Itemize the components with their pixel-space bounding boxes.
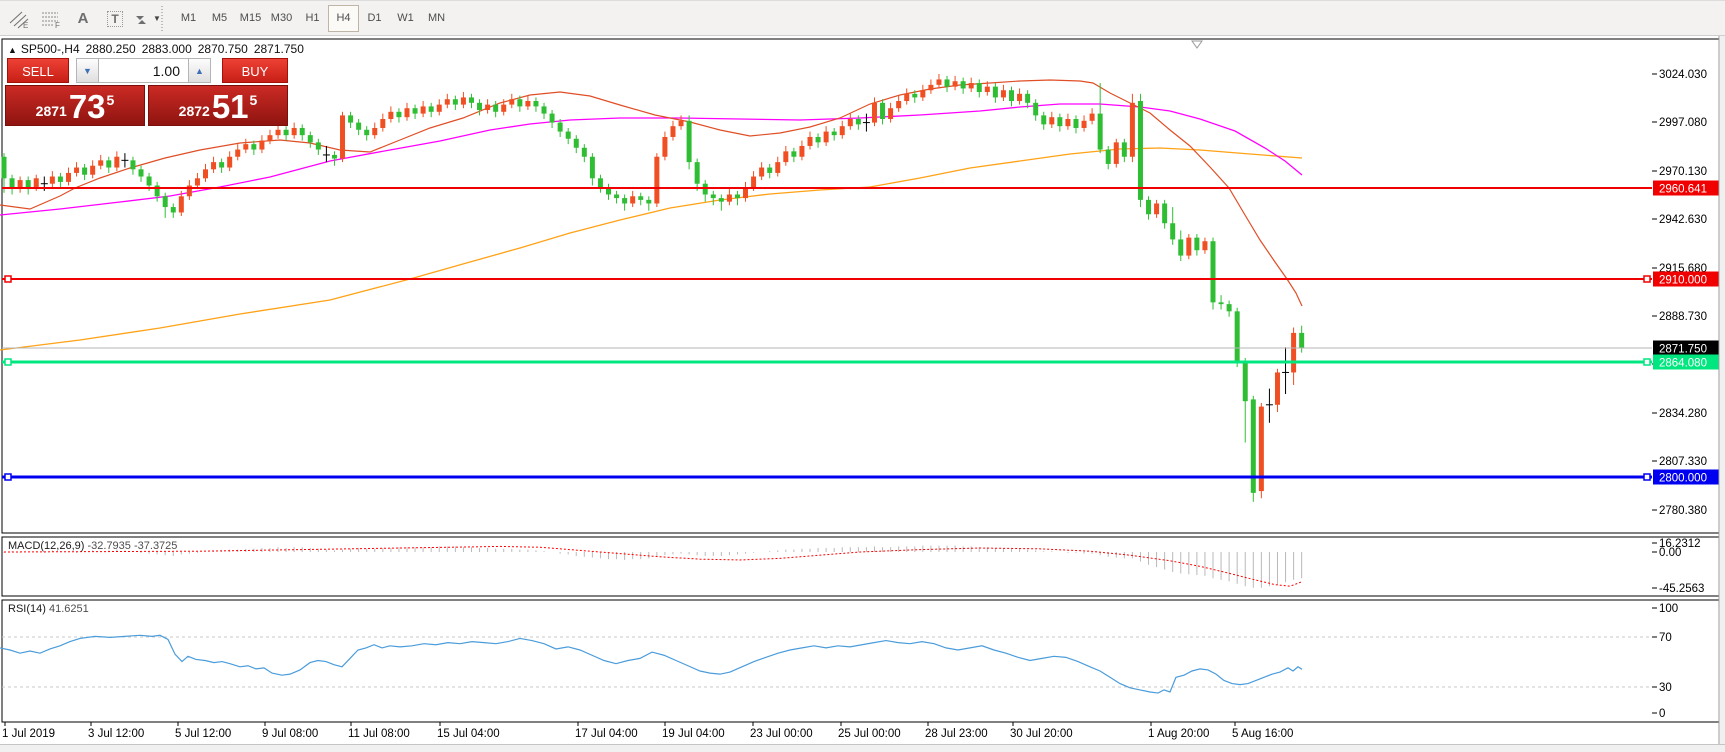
time-tick-label[interactable]: 25 Jul 00:00	[838, 728, 901, 740]
ohlc-low: 2870.750	[198, 42, 248, 56]
price-tick-label: 2834.280	[1659, 408, 1707, 420]
macd-value: -32.7935	[87, 540, 130, 552]
volume-decrease-button[interactable]: ▼	[76, 58, 99, 83]
indicator-tick-label: 0	[1659, 708, 1665, 720]
sell-price-pips: 73	[69, 92, 106, 122]
indicator-tick-label: 70	[1659, 632, 1672, 644]
price-line-label: 2800.000	[1659, 473, 1707, 485]
window-right-strip	[1720, 36, 1725, 752]
price-tick-label: 2942.630	[1659, 214, 1707, 226]
one-click-trading-panel: SELL ▼ ▲ BUY 2871 73 5 2872 51 5	[5, 58, 288, 126]
symbol-header: ▲ SP500-,H4 2880.250 2883.000 2870.750 2871.7…	[8, 42, 310, 56]
time-tick-label[interactable]: 9 Jul 08:00	[262, 728, 318, 740]
sell-button[interactable]: SELL	[7, 58, 69, 83]
hline-anchor[interactable]	[1644, 276, 1650, 282]
time-tick-label[interactable]: 5 Aug 16:00	[1232, 728, 1293, 740]
price-tick-label: 2807.330	[1659, 456, 1707, 468]
price-line-label: 2864.080	[1659, 358, 1707, 370]
hline-anchor[interactable]	[1644, 474, 1650, 480]
time-tick-label[interactable]: 15 Jul 04:00	[437, 728, 500, 740]
price-tick-label: 2970.130	[1659, 166, 1707, 178]
hline-anchor[interactable]	[1644, 359, 1650, 365]
buy-price-pipette: 5	[250, 92, 258, 108]
trading-platform-window: E F A T ▼ M1M5M15M30H1H4D1W1MN	[0, 0, 1725, 752]
hline-anchor[interactable]	[5, 359, 11, 365]
ohlc-high: 2883.000	[142, 42, 192, 56]
window-bottom-strip	[0, 745, 1725, 752]
sell-price-big-figure: 2871	[36, 103, 67, 119]
price-tick-label: 2888.730	[1659, 311, 1707, 323]
price-line-label: 2910.000	[1659, 275, 1707, 287]
indicator-tick-label: -45.2563	[1659, 583, 1704, 595]
time-tick-label[interactable]: 28 Jul 23:00	[925, 728, 988, 740]
volume-increase-button[interactable]: ▲	[188, 58, 211, 83]
macd-label: MACD(12,26,9) -32.7935 -37.3725	[8, 540, 177, 552]
buy-price-pips: 51	[212, 92, 249, 122]
indicator-tick-label: 0.00	[1659, 547, 1681, 559]
time-tick-label[interactable]: 5 Jul 12:00	[175, 728, 231, 740]
price-tick-label: 3024.030	[1659, 69, 1707, 81]
time-tick-label[interactable]: 1 Aug 20:00	[1148, 728, 1209, 740]
hline-anchor[interactable]	[5, 276, 11, 282]
buy-price-big-figure: 2872	[179, 103, 210, 119]
ohlc-close: 2871.750	[254, 42, 304, 56]
price-tick-label: 2997.080	[1659, 117, 1707, 129]
macd-panel-frame	[2, 537, 1719, 596]
sell-price-pipette: 5	[107, 92, 115, 108]
ohlc-open: 2880.250	[86, 42, 136, 56]
rsi-value: 41.6251	[49, 603, 89, 615]
time-tick-label[interactable]: 3 Jul 12:00	[88, 728, 144, 740]
symbol-name: SP500-,H4	[21, 42, 80, 56]
time-tick-label[interactable]: 19 Jul 04:00	[662, 728, 725, 740]
hline-anchor[interactable]	[5, 474, 11, 480]
indicator-tick-label: 30	[1659, 682, 1672, 694]
macd-signal-value: -37.3725	[134, 540, 177, 552]
time-tick-label[interactable]: 23 Jul 00:00	[750, 728, 813, 740]
time-tick-label[interactable]: 17 Jul 04:00	[575, 728, 638, 740]
buy-price-box[interactable]: 2872 51 5	[148, 85, 288, 126]
rsi-panel-frame	[2, 600, 1719, 722]
time-tick-label[interactable]: 30 Jul 20:00	[1010, 728, 1073, 740]
price-line-label: 2871.750	[1659, 344, 1707, 356]
symbol-arrow-icon: ▲	[8, 45, 17, 55]
volume-input[interactable]	[99, 58, 188, 83]
buy-button[interactable]: BUY	[222, 58, 288, 83]
time-tick-label[interactable]: 11 Jul 08:00	[348, 728, 410, 740]
rsi-label: RSI(14) 41.6251	[8, 603, 89, 615]
sell-price-box[interactable]: 2871 73 5	[5, 85, 145, 126]
indicator-tick-label: 100	[1659, 603, 1678, 615]
price-tick-label: 2780.380	[1659, 505, 1707, 517]
time-tick-label[interactable]: 1 Jul 2019	[2, 728, 55, 740]
price-line-label: 2960.641	[1659, 184, 1707, 196]
